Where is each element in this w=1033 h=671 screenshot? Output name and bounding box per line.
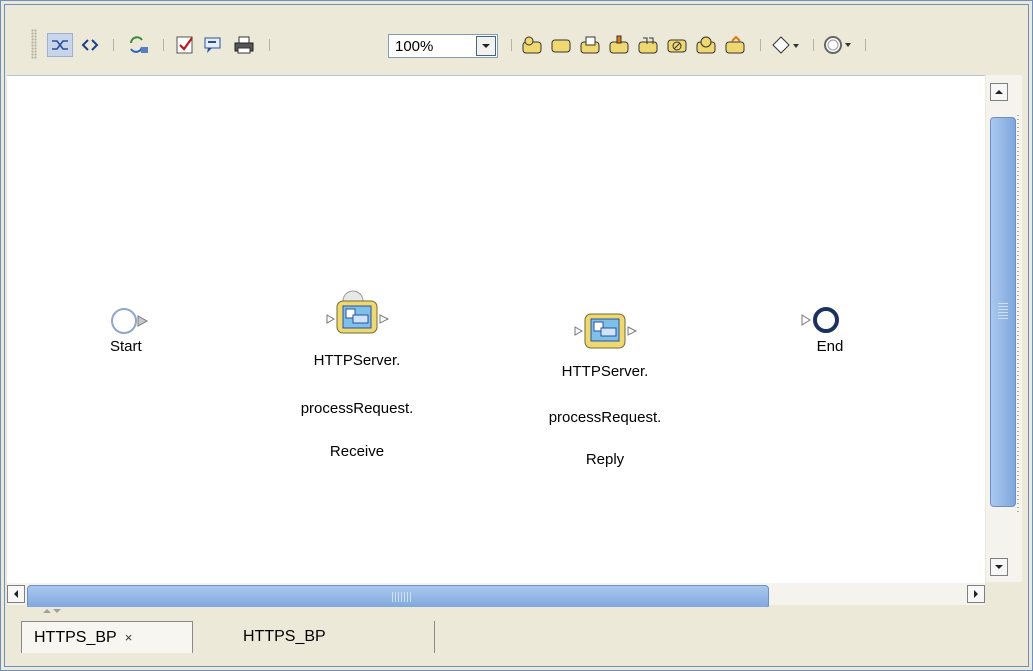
reply-activity-icon[interactable] bbox=[722, 33, 748, 57]
toolbar-grip[interactable] bbox=[31, 29, 37, 59]
receive-activity-icon[interactable] bbox=[519, 33, 545, 57]
toolbar-separator bbox=[865, 39, 866, 51]
editor-tab-bar: HTTPS_BP × HTTPS_BP bbox=[7, 607, 1027, 663]
tab-https-bp[interactable]: HTTPS_BP bbox=[233, 621, 435, 653]
tab-scroll-arrows-icon[interactable] bbox=[41, 607, 63, 615]
reply-label-line1: HTTPServer. bbox=[561, 363, 649, 380]
reply-activity-node[interactable] bbox=[573, 311, 643, 351]
scroll-down-button[interactable] bbox=[990, 558, 1008, 576]
chevron-down-icon bbox=[482, 44, 490, 48]
receive-label-line3: Receive bbox=[329, 443, 385, 460]
wait-icon[interactable] bbox=[693, 33, 719, 57]
start-event-icon[interactable] bbox=[110, 307, 150, 337]
diagram-toolbar: 100% bbox=[7, 7, 1027, 73]
receive-label-line2: processRequest. bbox=[300, 400, 414, 417]
vertical-scrollbar[interactable] bbox=[986, 75, 1022, 582]
tab-label: HTTPS_BP bbox=[34, 628, 117, 646]
invoke-icon[interactable] bbox=[606, 33, 632, 57]
empty-activity-icon[interactable] bbox=[548, 33, 574, 57]
editor-window: 100% Start HTTPServer. processRequest. R… bbox=[0, 0, 1033, 671]
intermediate-event-icon[interactable] bbox=[821, 33, 855, 57]
receive-activity-node[interactable] bbox=[325, 289, 395, 335]
comment-icon[interactable] bbox=[201, 33, 225, 57]
toolbar-separator bbox=[511, 39, 512, 51]
scroll-up-button[interactable] bbox=[990, 83, 1008, 101]
scroll-grip bbox=[998, 303, 1008, 321]
link-icon[interactable] bbox=[47, 33, 73, 57]
reply-label-line3: Reply bbox=[585, 451, 625, 468]
tab-label: HTTPS_BP bbox=[243, 628, 326, 645]
arrow-left-icon bbox=[14, 590, 18, 598]
scroll-right-button[interactable] bbox=[967, 585, 985, 603]
throw-icon[interactable] bbox=[664, 33, 690, 57]
scroll-left-button[interactable] bbox=[7, 585, 25, 603]
code-icon[interactable] bbox=[79, 33, 101, 57]
end-event-icon[interactable] bbox=[800, 305, 850, 337]
reply-label-line2: processRequest. bbox=[548, 409, 662, 426]
scroll-grip bbox=[392, 592, 412, 602]
assign-icon[interactable] bbox=[577, 33, 603, 57]
horizontal-scrollbar[interactable] bbox=[7, 583, 985, 609]
zoom-select[interactable]: 100% bbox=[388, 34, 498, 58]
diagram-canvas[interactable]: Start HTTPServer. processRequest. Receiv… bbox=[7, 75, 985, 583]
dock-grip-dots bbox=[1017, 115, 1019, 515]
arrow-right-icon bbox=[974, 590, 978, 598]
horizontal-scroll-thumb[interactable] bbox=[27, 585, 769, 609]
vertical-scroll-thumb[interactable] bbox=[990, 117, 1016, 507]
decision-icon[interactable] bbox=[769, 33, 803, 57]
toolbar-separator bbox=[113, 39, 114, 51]
toolbar-separator bbox=[163, 39, 164, 51]
close-icon[interactable]: × bbox=[125, 630, 133, 645]
toolbar-separator bbox=[760, 39, 761, 51]
validate-icon[interactable] bbox=[173, 33, 197, 57]
arrow-down-icon bbox=[995, 565, 1003, 569]
compensate-icon[interactable] bbox=[635, 33, 661, 57]
zoom-dropdown-button[interactable] bbox=[476, 36, 496, 56]
arrow-up-icon bbox=[995, 90, 1003, 94]
print-icon[interactable] bbox=[231, 33, 257, 57]
sync-icon[interactable] bbox=[125, 33, 151, 57]
tab-https-bp-active[interactable]: HTTPS_BP × bbox=[21, 621, 193, 653]
zoom-value: 100% bbox=[395, 38, 434, 55]
toolbar-separator bbox=[813, 39, 814, 51]
start-label: Start bbox=[110, 338, 142, 355]
toolbar-separator bbox=[269, 39, 270, 51]
scrollbar-corner bbox=[986, 583, 1022, 605]
receive-label-line1: HTTPServer. bbox=[313, 352, 401, 369]
end-label: End bbox=[816, 338, 844, 355]
